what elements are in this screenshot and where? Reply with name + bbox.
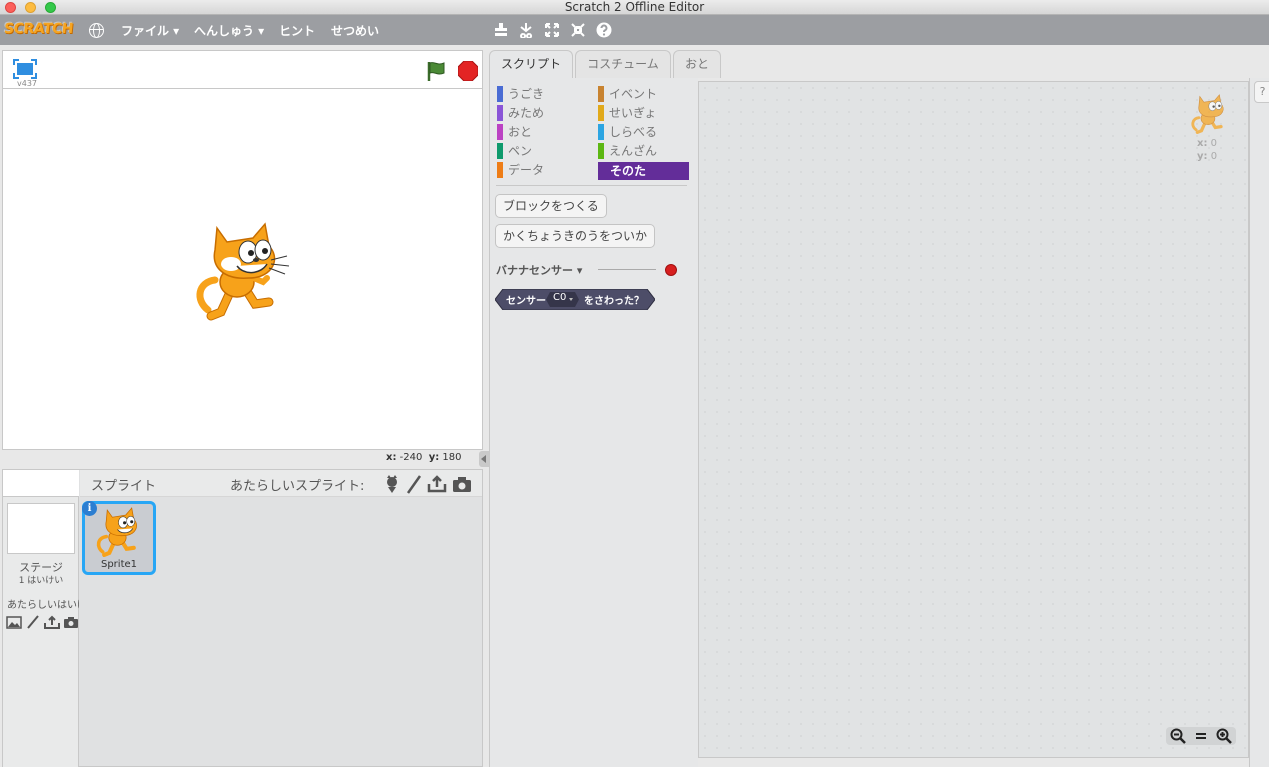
zoom-in-icon[interactable] <box>1216 728 1232 744</box>
backdrop-library-icon[interactable] <box>6 615 22 629</box>
category-data[interactable]: データ <box>497 161 587 179</box>
new-backdrop-label: あたらしいはいけい: <box>7 600 79 611</box>
zoom-controls <box>1166 727 1236 745</box>
upload-backdrop-icon[interactable] <box>44 615 60 629</box>
camera-sprite-icon[interactable] <box>452 474 472 494</box>
green-flag-icon[interactable] <box>425 60 447 82</box>
category-looks[interactable]: みため <box>497 104 587 122</box>
scratch-cat-sprite[interactable] <box>193 220 291 322</box>
stage-canvas[interactable] <box>2 88 483 450</box>
help-question-icon[interactable] <box>596 22 612 38</box>
sprite-y-readout: y: 0 <box>1197 151 1217 162</box>
category-label: そのた <box>610 164 647 178</box>
help-strip <box>1249 78 1269 767</box>
extension-separator <box>598 269 656 270</box>
category-label: ペン <box>508 144 533 158</box>
scratch-logo[interactable]: SCRATCH <box>3 21 74 37</box>
x-label: x: <box>1197 138 1208 149</box>
menu-bar: SCRATCH ファイル ▾ へんしゅう ▾ ヒント せつめい <box>0 15 1269 45</box>
grow-icon[interactable] <box>544 22 560 38</box>
stop-sign-icon[interactable] <box>458 61 478 81</box>
stage-thumbnail[interactable] <box>7 503 75 554</box>
sensor-block-prefix: センサー <box>506 296 546 307</box>
stage-column: ステージ 1 はいけい あたらしいはいけい: <box>3 470 79 767</box>
category-pen[interactable]: ペン <box>497 142 587 160</box>
category-label: うごき <box>508 87 545 101</box>
stage-header: v437 <box>2 50 483 88</box>
category-control[interactable]: せいぎょ <box>598 104 689 122</box>
paint-backdrop-icon[interactable] <box>25 615 41 629</box>
sprite-header: スプライト あたらしいスプライト: <box>80 470 482 497</box>
add-extension-button[interactable]: かくちょうきのうをついか <box>495 224 656 248</box>
cut-scissors-icon[interactable] <box>518 22 534 38</box>
help-tab-button[interactable]: ? <box>1254 81 1269 103</box>
version-label: v437 <box>17 79 38 88</box>
block-palette <box>489 78 698 767</box>
menu-tips[interactable]: ヒント <box>279 22 315 39</box>
sprite-thumbnail-sprite1[interactable]: i Sprite1 <box>82 501 156 575</box>
current-sprite-icon <box>1191 94 1224 134</box>
backdrop-count: 1 はいけい <box>18 576 64 586</box>
category-label: えんざん <box>609 144 658 158</box>
category-operators[interactable]: えんざん <box>598 142 689 160</box>
sprite-library-icon[interactable] <box>382 474 402 494</box>
language-globe-icon[interactable] <box>89 23 104 38</box>
category-more-blocks[interactable]: そのた <box>598 162 689 180</box>
sensor-block-suffix: をさわった？ <box>584 296 644 307</box>
camera-backdrop-icon[interactable] <box>63 615 79 629</box>
scripts-area[interactable] <box>698 81 1249 758</box>
make-block-button[interactable]: ブロックをつくる <box>495 194 607 218</box>
menu-about[interactable]: せつめい <box>331 22 379 39</box>
category-sensing[interactable]: しらべる <box>598 123 689 141</box>
category-label: イベント <box>609 87 658 101</box>
upload-sprite-icon[interactable] <box>427 474 447 494</box>
category-sound[interactable]: おと <box>497 123 587 141</box>
category-label: データ <box>508 163 545 177</box>
zoom-out-icon[interactable] <box>1170 728 1186 744</box>
sprite-pane: ステージ 1 はいけい あたらしいはいけい: スプライト あたらしいスプライト:… <box>2 469 483 767</box>
x-value: 0 <box>1210 138 1218 149</box>
y-value: 180 <box>442 452 462 463</box>
category-label: みため <box>508 106 545 120</box>
duplicate-stamp-icon[interactable] <box>493 22 509 38</box>
fullscreen-icon[interactable] <box>13 59 37 79</box>
menu-file[interactable]: ファイル ▾ <box>121 22 179 39</box>
menu-edit[interactable]: へんしゅう ▾ <box>194 22 264 39</box>
zoom-reset-icon[interactable] <box>1194 728 1208 744</box>
extension-status-icon <box>665 264 677 276</box>
y-value: 0 <box>1210 151 1218 162</box>
sprite1-cat-thumbnail <box>96 507 137 557</box>
category-label: しらべる <box>609 125 658 139</box>
category-motion[interactable]: うごき <box>497 85 587 103</box>
new-sprite-label: あたらしいスプライト: <box>230 479 365 494</box>
category-label: せいぎょ <box>609 106 657 120</box>
shrink-icon[interactable] <box>570 22 586 38</box>
sprite-x-readout: x: 0 <box>1197 138 1217 149</box>
tab-sounds[interactable]: おと <box>673 50 721 78</box>
y-label: y: <box>428 452 440 463</box>
stage-mouse-coords: x: -240 y: 180 <box>386 452 462 463</box>
category-label: おと <box>508 125 533 139</box>
paint-sprite-icon[interactable] <box>404 474 424 494</box>
title-bar: Scratch 2 Offline Editor <box>0 0 1269 15</box>
window-title: Scratch 2 Offline Editor <box>564 0 705 14</box>
collapse-stage-button[interactable] <box>479 451 489 467</box>
category-events[interactable]: イベント <box>598 85 689 103</box>
x-value: -240 <box>399 452 423 463</box>
sensor-dropdown[interactable]: C0 <box>553 292 566 303</box>
tab-scripts[interactable]: スクリプト <box>489 50 573 79</box>
extension-menu[interactable]: バナナセンサー ▾ <box>496 262 582 278</box>
palette-divider <box>496 185 687 186</box>
tab-costumes[interactable]: コスチューム <box>575 50 671 78</box>
sprite-name: Sprite1 <box>100 559 138 570</box>
x-label: x: <box>386 452 397 463</box>
y-label: y: <box>1197 151 1208 162</box>
sprites-title: スプライト <box>91 479 157 494</box>
